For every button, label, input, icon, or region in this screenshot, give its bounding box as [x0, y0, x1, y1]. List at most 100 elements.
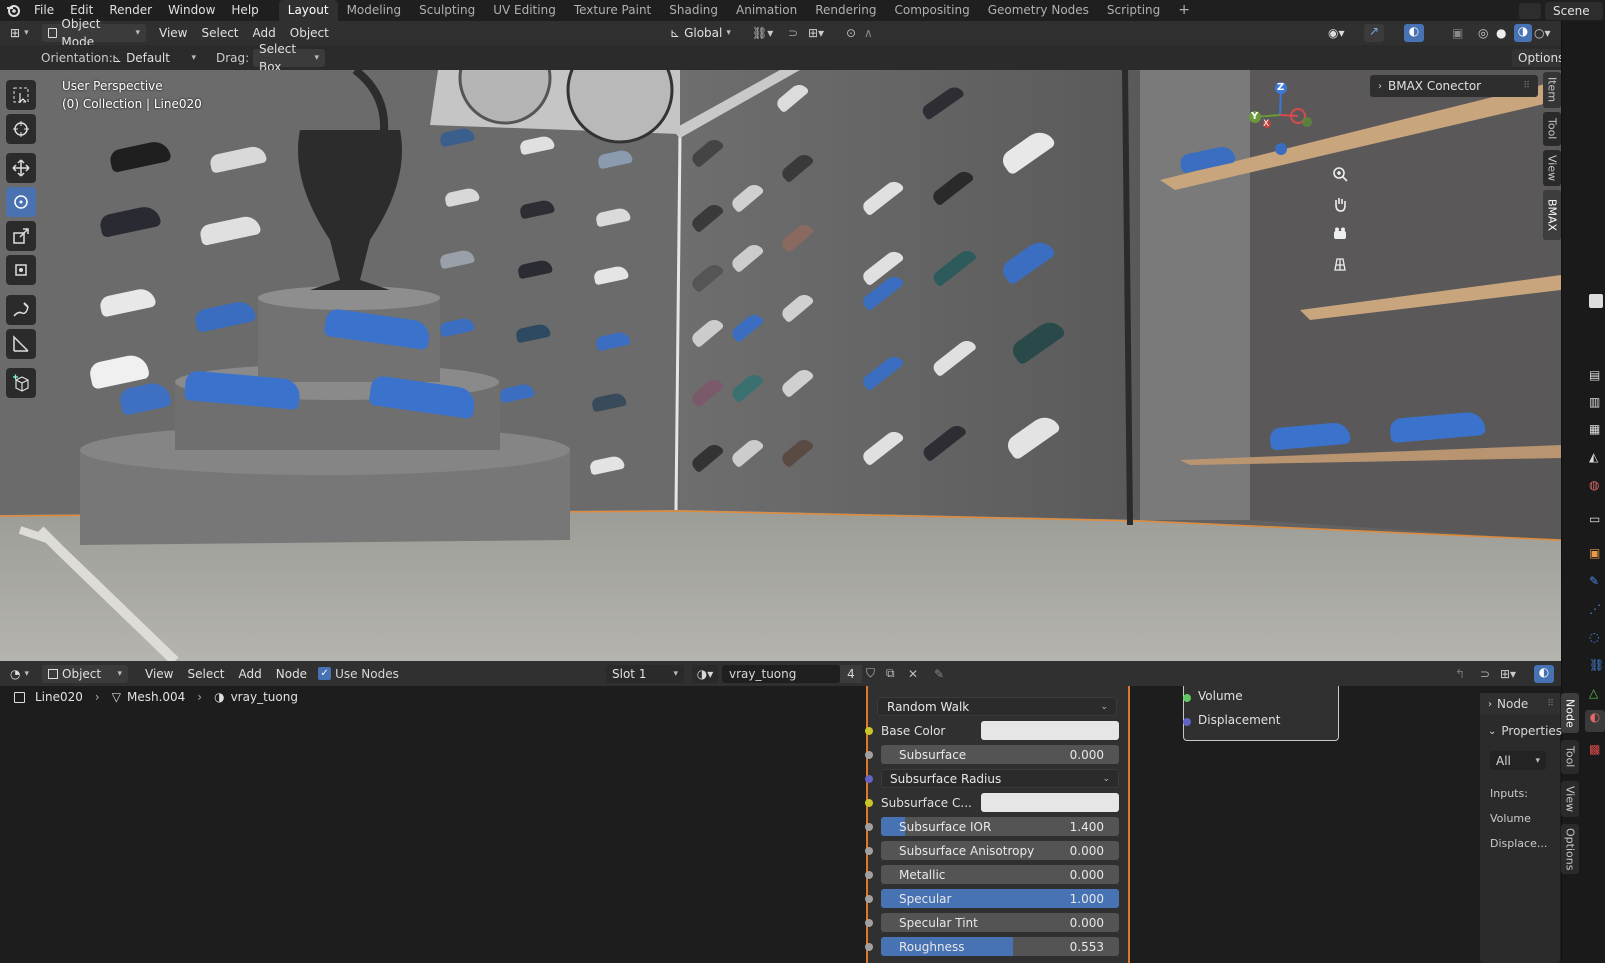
parent-node-tree-icon[interactable]: ↰ [1455, 667, 1465, 681]
material-browse-button[interactable]: ◑▾ [692, 664, 718, 683]
tab-layout[interactable]: Layout [278, 0, 338, 21]
data-properties-icon[interactable]: △ [1589, 686, 1598, 700]
blender-logo-icon[interactable] [0, 0, 26, 21]
slot-selector[interactable]: Slot 1 ▾ [606, 664, 684, 683]
gizmo-toggle-icon[interactable]: ↗ [1364, 24, 1384, 42]
volume-socket[interactable] [1183, 694, 1191, 702]
node-sidebar-tab-tool[interactable]: Tool [1561, 740, 1579, 774]
base-color-swatch[interactable] [981, 721, 1119, 740]
cursor-tool[interactable] [6, 114, 36, 144]
breadcrumb-object[interactable]: Line020 [35, 690, 83, 704]
vector-socket[interactable] [865, 775, 873, 783]
float-socket[interactable] [865, 871, 873, 879]
constraint-properties-icon[interactable]: ⛓ [1589, 658, 1604, 672]
color-socket[interactable] [865, 727, 873, 735]
annotate-tool[interactable] [6, 295, 36, 325]
drag-handle-icon[interactable]: ⠿ [1523, 81, 1530, 91]
material-users-count[interactable]: 4 [840, 664, 862, 683]
tab-uv-editing[interactable]: UV Editing [484, 0, 565, 21]
node-editor-type-button[interactable]: ◔ ▾ [4, 665, 38, 683]
mode-selector[interactable]: Object Mode ▾ [42, 17, 146, 49]
pivot-icon[interactable]: ⛓▾ [752, 26, 773, 40]
node-menu-view[interactable]: View [138, 665, 180, 683]
shading-rendered-icon[interactable]: ○▾ [1534, 26, 1551, 40]
add-workspace-button[interactable]: + [1169, 0, 1199, 21]
collection-properties-icon[interactable]: ▭ [1589, 512, 1600, 526]
subsurface-slider[interactable]: Subsurface 0.000 [881, 745, 1119, 764]
material-output-node[interactable]: Volume Displacement [1183, 686, 1339, 741]
tab-modeling[interactable]: Modeling [338, 0, 411, 21]
sidebar-tab-view[interactable]: View [1543, 150, 1561, 186]
tab-geometry-nodes[interactable]: Geometry Nodes [979, 0, 1098, 21]
snap-icon[interactable]: ⊃ [788, 26, 798, 40]
float-socket[interactable] [865, 919, 873, 927]
specular-slider[interactable]: Specular 1.000 [881, 889, 1119, 908]
use-nodes-checkbox[interactable]: ✓ Use Nodes [318, 667, 399, 681]
breadcrumb-material[interactable]: vray_tuong [231, 690, 298, 704]
tab-compositing[interactable]: Compositing [885, 0, 978, 21]
properties-filter-dropdown[interactable]: All ▾ [1490, 751, 1546, 770]
shading-wireframe-icon[interactable]: ◎ [1478, 26, 1488, 40]
roughness-slider[interactable]: Roughness 0.553 [881, 937, 1119, 956]
node-sidebar-tab-view[interactable]: View [1561, 781, 1579, 817]
transform-orientation-selector[interactable]: ⊾ Global ▾ [664, 24, 744, 42]
sidebar-tab-bmax[interactable]: BMAX [1543, 190, 1561, 240]
tab-shading[interactable]: Shading [660, 0, 727, 21]
overlay-toggle-icon[interactable]: ◐ [1404, 24, 1424, 42]
subsurface-anisotropy-slider[interactable]: Subsurface Anisotropy 0.000 [881, 841, 1119, 860]
menu-window[interactable]: Window [160, 0, 223, 21]
object-properties-icon[interactable]: ▣ [1589, 546, 1600, 560]
float-socket[interactable] [865, 895, 873, 903]
perspective-grid-icon[interactable] [1327, 251, 1353, 277]
node-sidebar-tab-node[interactable]: Node [1561, 693, 1579, 733]
particles-properties-icon[interactable]: ⋰ [1589, 602, 1601, 616]
render-properties-icon[interactable]: ▤ [1589, 368, 1600, 382]
specular-tint-slider[interactable]: Specular Tint 0.000 [881, 913, 1119, 932]
metallic-slider[interactable]: Metallic 0.000 [881, 865, 1119, 884]
material-properties-icon[interactable]: ◐ [1585, 710, 1605, 732]
falloff-icon[interactable]: ∧ [864, 26, 873, 40]
subsurface-ior-slider[interactable]: Subsurface IOR 1.400 [881, 817, 1119, 836]
shading-material-icon[interactable]: ◑ [1514, 24, 1532, 42]
snap-node-icon[interactable]: ⊃ [1480, 667, 1490, 681]
tab-rendering[interactable]: Rendering [806, 0, 885, 21]
add-cube-tool[interactable] [6, 368, 36, 398]
displacement-socket[interactable] [1183, 718, 1191, 726]
node-menu-node[interactable]: Node [269, 665, 314, 683]
camera-view-icon[interactable] [1327, 221, 1353, 247]
input-volume-item[interactable]: Volume [1490, 812, 1531, 825]
properties-panel-header[interactable]: ⌄ Properties [1480, 720, 1562, 742]
color-socket[interactable] [865, 799, 873, 807]
viewport-menu-select[interactable]: Select [194, 24, 245, 42]
subsurface-color-swatch[interactable] [981, 793, 1119, 812]
node-overlay-icon[interactable]: ◐ [1534, 664, 1554, 683]
tab-sculpting[interactable]: Sculpting [410, 0, 484, 21]
editor-type-button[interactable]: ⊞ ▾ [4, 24, 34, 42]
visibility-icon[interactable]: ◉▾ [1328, 26, 1345, 40]
select-box-tool[interactable] [6, 80, 36, 110]
snap-target-icon[interactable]: ⊞▾ [808, 26, 824, 40]
proportional-edit-icon[interactable]: ⊙ [846, 26, 856, 40]
orientation-dropdown[interactable]: ⊾ Default ▾ [106, 49, 202, 67]
subsurface-method-dropdown[interactable]: Random Walk ⌄ [877, 697, 1117, 716]
node-menu-select[interactable]: Select [180, 665, 231, 683]
subsurface-radius-dropdown[interactable]: Subsurface Radius ⌄ [881, 769, 1119, 788]
input-displacement-item[interactable]: Displace... [1490, 837, 1547, 850]
node-menu-add[interactable]: Add [232, 665, 269, 683]
drag-dropdown[interactable]: Select Box ▾ [253, 42, 325, 74]
tab-texture-paint[interactable]: Texture Paint [565, 0, 660, 21]
tab-animation[interactable]: Animation [727, 0, 806, 21]
menu-help[interactable]: Help [223, 0, 266, 21]
float-socket[interactable] [865, 751, 873, 759]
float-socket[interactable] [865, 823, 873, 831]
snap-element-icon[interactable]: ⊞▾ [1500, 667, 1516, 681]
3d-viewport[interactable]: User Perspective (0) Collection | Line02… [0, 70, 1561, 661]
move-tool[interactable] [6, 153, 36, 183]
shading-solid-icon[interactable]: ● [1496, 26, 1506, 40]
sidebar-tab-item[interactable]: Item [1543, 72, 1561, 108]
tab-scripting[interactable]: Scripting [1098, 0, 1169, 21]
menu-file[interactable]: File [26, 0, 62, 21]
node-panel-header[interactable]: › Node ⠿ [1480, 693, 1560, 715]
scene-name[interactable]: Scene [1545, 1, 1603, 20]
bmax-panel[interactable]: › BMAX Conector ⠿ [1370, 75, 1538, 97]
